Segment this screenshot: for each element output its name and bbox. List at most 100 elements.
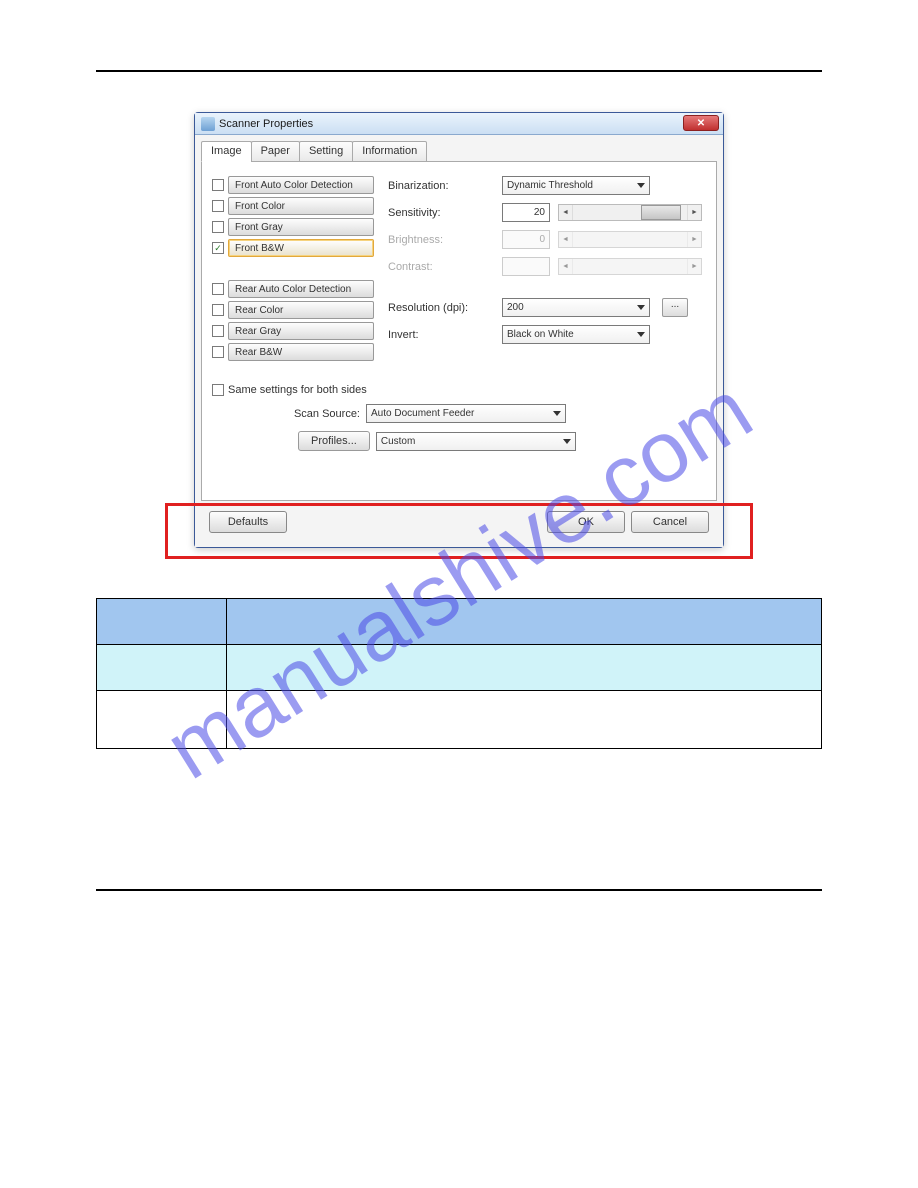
front-gray-row: Front Gray	[212, 218, 374, 236]
table-cell	[227, 691, 822, 749]
slider-thumb[interactable]	[641, 205, 681, 220]
sensitivity-row: Sensitivity: 20 ◄ ►	[388, 203, 702, 222]
chevron-down-icon	[563, 439, 571, 444]
tab-image[interactable]: Image	[201, 141, 252, 162]
ok-button[interactable]: OK	[547, 511, 625, 533]
window-title: Scanner Properties	[219, 118, 313, 130]
window-body: Image Paper Setting Information Front Au…	[195, 135, 723, 547]
defaults-button-label: Defaults	[228, 516, 268, 528]
resolution-label: Resolution (dpi):	[388, 302, 494, 314]
invert-label: Invert:	[388, 329, 494, 341]
rear-gray-checkbox[interactable]	[212, 325, 224, 337]
binarization-row: Binarization: Dynamic Threshold	[388, 176, 702, 195]
scan-source-value: Auto Document Feeder	[371, 408, 474, 419]
front-auto-color-checkbox[interactable]	[212, 179, 224, 191]
rear-color-checkbox[interactable]	[212, 304, 224, 316]
panel-columns: Front Auto Color Detection Front Color	[212, 176, 702, 364]
brightness-value: 0	[539, 234, 545, 245]
front-gray-button[interactable]: Front Gray	[228, 218, 374, 236]
tab-paper[interactable]: Paper	[251, 141, 300, 162]
description-table	[96, 598, 822, 749]
rear-gray-label: Rear Gray	[235, 326, 281, 337]
resolution-combo[interactable]: 200	[502, 298, 650, 317]
scan-source-label: Scan Source:	[212, 408, 360, 420]
resolution-value: 200	[507, 302, 524, 313]
invert-combo[interactable]: Black on White	[502, 325, 650, 344]
slider-arrow-right-icon: ►	[687, 205, 701, 220]
table-cell	[97, 645, 227, 691]
chevron-down-icon	[637, 183, 645, 188]
tab-setting[interactable]: Setting	[299, 141, 353, 162]
front-auto-color-label: Front Auto Color Detection	[235, 180, 353, 191]
rear-bw-row: Rear B&W	[212, 343, 374, 361]
slider-arrow-left-icon: ◄	[559, 232, 573, 247]
resolution-row: Resolution (dpi): 200 ...	[388, 298, 702, 317]
binarization-combo[interactable]: Dynamic Threshold	[502, 176, 650, 195]
profiles-button[interactable]: Profiles...	[298, 431, 370, 451]
brightness-value-field: 0	[502, 230, 550, 249]
front-bw-checkbox[interactable]: ✓	[212, 242, 224, 254]
sensitivity-value: 20	[534, 207, 545, 218]
contrast-value-field	[502, 257, 550, 276]
rear-bw-label: Rear B&W	[235, 347, 282, 358]
slider-arrow-left-icon: ◄	[559, 259, 573, 274]
invert-row: Invert: Black on White	[388, 325, 702, 344]
dialog-wrap: Scanner Properties ✕ Image Paper Setting…	[96, 112, 822, 548]
chevron-down-icon	[553, 411, 561, 416]
image-settings-column: Binarization: Dynamic Threshold Sensitiv…	[388, 176, 702, 364]
cancel-button[interactable]: Cancel	[631, 511, 709, 533]
scanner-icon	[201, 117, 215, 131]
rear-auto-color-button[interactable]: Rear Auto Color Detection	[228, 280, 374, 298]
table-cell	[97, 691, 227, 749]
resolution-more-button[interactable]: ...	[662, 298, 688, 317]
table-cell	[97, 599, 227, 645]
scan-source-row: Scan Source: Auto Document Feeder	[212, 404, 702, 423]
front-bw-button[interactable]: Front B&W	[228, 239, 374, 257]
slider-arrow-right-icon: ►	[687, 259, 701, 274]
rear-gray-row: Rear Gray	[212, 322, 374, 340]
ok-button-label: OK	[578, 516, 594, 528]
front-color-button[interactable]: Front Color	[228, 197, 374, 215]
front-color-row: Front Color	[212, 197, 374, 215]
tab-panel-image: Front Auto Color Detection Front Color	[201, 161, 717, 501]
brightness-label: Brightness:	[388, 234, 494, 246]
chevron-down-icon	[637, 332, 645, 337]
front-color-checkbox[interactable]	[212, 200, 224, 212]
front-gray-checkbox[interactable]	[212, 221, 224, 233]
sensitivity-value-field[interactable]: 20	[502, 203, 550, 222]
slider-arrow-right-icon: ►	[687, 232, 701, 247]
defaults-button[interactable]: Defaults	[209, 511, 287, 533]
sensitivity-label: Sensitivity:	[388, 207, 494, 219]
bottom-horizontal-rule	[96, 889, 822, 891]
same-settings-label: Same settings for both sides	[228, 384, 367, 396]
profiles-button-label: Profiles...	[311, 435, 357, 447]
image-selection-column: Front Auto Color Detection Front Color	[212, 176, 374, 364]
same-settings-checkbox[interactable]	[212, 384, 224, 396]
sensitivity-slider[interactable]: ◄ ►	[558, 204, 702, 221]
chevron-down-icon	[637, 305, 645, 310]
profiles-combo[interactable]: Custom	[376, 432, 576, 451]
panel-footer: Same settings for both sides Scan Source…	[212, 384, 702, 451]
scan-source-combo[interactable]: Auto Document Feeder	[366, 404, 566, 423]
table-cell	[227, 599, 822, 645]
rear-auto-color-label: Rear Auto Color Detection	[235, 284, 351, 295]
tabstrip: Image Paper Setting Information	[201, 141, 717, 162]
rear-bw-button[interactable]: Rear B&W	[228, 343, 374, 361]
rear-auto-color-checkbox[interactable]	[212, 283, 224, 295]
window-close-button[interactable]: ✕	[683, 115, 719, 131]
brightness-row: Brightness: 0 ◄ ►	[388, 230, 702, 249]
profiles-row: Profiles... Custom	[298, 431, 702, 451]
front-auto-color-button[interactable]: Front Auto Color Detection	[228, 176, 374, 194]
dialog-button-bar: Defaults OK Cancel	[201, 505, 717, 539]
front-auto-color-row: Front Auto Color Detection	[212, 176, 374, 194]
window-titlebar: Scanner Properties ✕	[195, 113, 723, 135]
invert-value: Black on White	[507, 329, 574, 340]
rear-gray-button[interactable]: Rear Gray	[228, 322, 374, 340]
rear-bw-checkbox[interactable]	[212, 346, 224, 358]
front-bw-row: ✓ Front B&W	[212, 239, 374, 257]
table-row	[97, 599, 822, 645]
front-color-label: Front Color	[235, 201, 285, 212]
tab-information[interactable]: Information	[352, 141, 427, 162]
scanner-properties-window: Scanner Properties ✕ Image Paper Setting…	[194, 112, 724, 548]
rear-color-button[interactable]: Rear Color	[228, 301, 374, 319]
